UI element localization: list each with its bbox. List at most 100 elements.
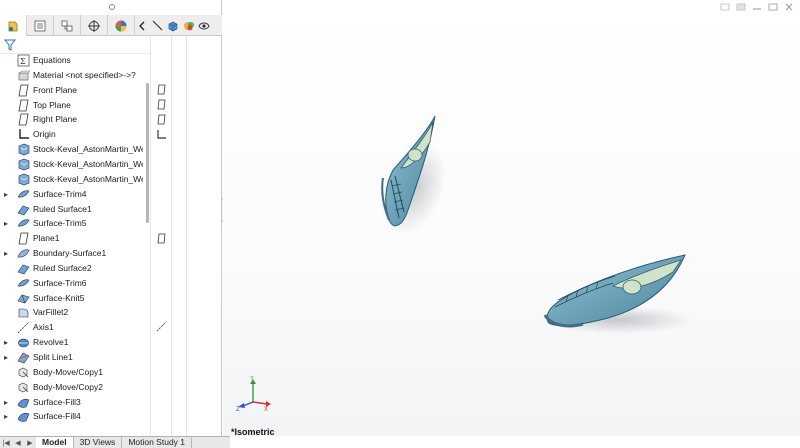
tree-item[interactable]: Body-Move/Copy1 [0, 365, 150, 380]
plane-icon [18, 84, 29, 97]
surface-knit-icon [17, 294, 30, 303]
plane-icon [18, 99, 29, 111]
featuremanager-tab[interactable] [0, 15, 27, 36]
tree-filter-bar [0, 36, 150, 54]
tree-item-label: Surface-Fill3 [33, 396, 81, 407]
filter-icon[interactable] [4, 39, 16, 51]
propertymanager-icon [34, 20, 46, 31]
material-icon [18, 70, 30, 81]
view-orientation-label: *Isometric [231, 427, 275, 437]
tree-item[interactable]: ▸ Surface-Fill3 [0, 395, 150, 410]
tree-item[interactable]: VarFillet2 [0, 305, 150, 320]
chevron-right-icon[interactable]: ▸ [4, 219, 10, 228]
appearance-tool[interactable] [181, 15, 197, 36]
tree-item[interactable]: ▸ Split Line1 [0, 350, 150, 365]
tree-item[interactable]: Ruled Surface2 [0, 261, 150, 276]
tree-item[interactable]: Surface-Trim6 [0, 276, 150, 291]
plane-icon [18, 232, 29, 245]
tree-item[interactable]: Front Plane [0, 83, 150, 98]
tree-item-label: Surface-Fill4 [33, 411, 81, 422]
next-tab-arrow-icon[interactable]: ▶ [24, 439, 36, 447]
model-scene[interactable] [223, 0, 800, 436]
tree-item[interactable]: Material <not specified>->? [0, 68, 150, 83]
tree-item[interactable]: ▸ Surface-Trim5 [0, 216, 150, 231]
tree-item[interactable]: ▸ Surface-Trim4 [0, 187, 150, 202]
top-plane-ref-icon [157, 99, 166, 110]
chevron-right-icon[interactable]: ▸ [4, 338, 10, 347]
tree-item[interactable]: ▸ Boundary-Surface1 [0, 246, 150, 261]
display-manager-tab[interactable] [108, 15, 135, 36]
tree-item[interactable]: Ruled Surface1 [0, 202, 150, 217]
panel-collapse-arrow[interactable] [135, 15, 149, 36]
tree-item[interactable]: Plane1 [0, 231, 150, 246]
dimxpert-tab[interactable] [81, 15, 108, 36]
tree-scrollbar[interactable] [146, 83, 149, 223]
tree-item-label: Equations [33, 55, 71, 65]
stock-body-icon [18, 143, 30, 156]
box-view-tool[interactable] [165, 15, 181, 36]
revolve-icon [18, 338, 29, 348]
plane-icon [18, 113, 29, 126]
tree-item-label: Surface-Trim4 [33, 188, 87, 199]
line-tool[interactable] [149, 15, 165, 36]
tab-motion-study-1[interactable]: Motion Study 1 [122, 436, 193, 448]
tree-item[interactable]: Stock-Keval_AstonMartin_Wee [0, 157, 150, 172]
tree-item-label: Ruled Surface2 [33, 262, 92, 273]
chevron-right-icon[interactable]: ▸ [4, 412, 10, 421]
triad-y-label: Y [250, 376, 254, 382]
tree-item-label: Body-Move/Copy2 [33, 381, 103, 392]
propertymanager-tab[interactable] [27, 15, 54, 36]
first-tab-arrow-icon[interactable]: |◀ [0, 439, 12, 447]
tree-item-label: Axis1 [33, 322, 54, 333]
tree-item[interactable]: Axis1 [0, 320, 150, 335]
chevron-right-icon[interactable]: ▸ [4, 249, 10, 258]
view-cube-icon [168, 21, 178, 31]
stock-body-icon [18, 173, 30, 186]
tab-3d-views[interactable]: 3D Views [74, 436, 123, 448]
triad-z-label: Z [236, 407, 240, 412]
chevron-right-icon[interactable]: ▸ [4, 398, 10, 407]
chevron-right-icon[interactable]: ▸ [4, 353, 10, 362]
tree-item-label: Split Line1 [33, 352, 73, 362]
axis1-ref-icon [156, 321, 167, 332]
surface-fill-icon [17, 413, 30, 423]
tree-item-label: Revolve1 [33, 337, 69, 348]
bottom-tab-bar: |◀ ◀ ▶ Model 3D Views Motion Study 1 [0, 436, 230, 448]
tree-item[interactable]: Top Plane [0, 98, 150, 113]
tree-item[interactable]: ▸ Surface-Fill4 [0, 409, 150, 424]
feature-tree: Σ Equations Material <not specified>->? Fro… [0, 53, 150, 435]
boundary-surface-icon [17, 249, 30, 258]
tree-item[interactable]: Origin [0, 127, 150, 142]
tree-item-label: Body-Move/Copy1 [33, 366, 103, 377]
configurationmanager-tab[interactable] [54, 15, 81, 36]
fillet-icon [18, 309, 29, 318]
model-body-upper[interactable] [367, 115, 459, 244]
model-body-lower[interactable] [543, 254, 693, 334]
svg-text:Σ: Σ [20, 57, 26, 66]
surface-fill-icon [17, 398, 30, 408]
tree-item[interactable]: Stock-Keval_AstonMartin_Wee [0, 142, 150, 157]
line-icon [152, 20, 162, 31]
ruled-surface-icon [17, 205, 30, 215]
chevron-right-icon[interactable]: ▸ [4, 190, 10, 199]
tree-item[interactable]: ▸ Revolve1 [0, 335, 150, 350]
tab-model[interactable]: Model [36, 436, 74, 448]
tree-item[interactable]: Body-Move/Copy2 [0, 380, 150, 395]
tree-item-label: Plane1 [33, 233, 60, 244]
configurationmanager-icon [61, 20, 73, 31]
prev-tab-arrow-icon[interactable]: ◀ [12, 439, 24, 447]
move-copy-icon [18, 382, 29, 393]
panel-collapse-handle[interactable] [109, 4, 115, 10]
stock-body-icon [18, 158, 30, 171]
tree-item[interactable]: Right Plane [0, 112, 150, 127]
feature-manager-panel: Σ Equations Material <not specified>->? Fro… [0, 0, 222, 448]
tree-item-label: Surface-Trim6 [33, 277, 87, 288]
tree-item[interactable]: Stock-Keval_AstonMartin_Wee [0, 172, 150, 187]
equations-icon: Σ [17, 54, 30, 67]
panel-tab-bar [0, 15, 222, 36]
tree-item[interactable]: Surface-Knit5 [0, 291, 150, 306]
hide-show-tool[interactable] [197, 15, 211, 36]
tree-item-label: Right Plane [33, 114, 77, 125]
tree-item[interactable]: Σ Equations [0, 53, 150, 68]
right-plane-ref-icon [157, 114, 166, 125]
